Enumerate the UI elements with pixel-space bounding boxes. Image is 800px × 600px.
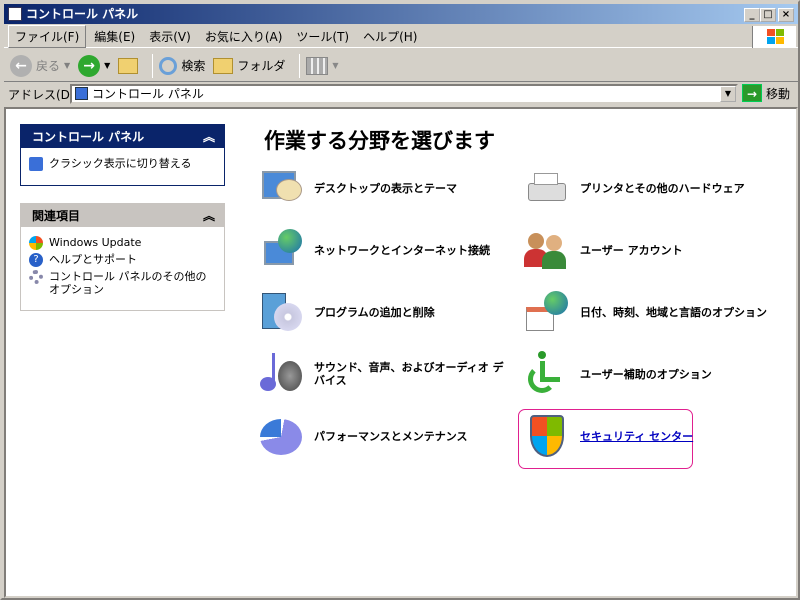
close-button[interactable]: × bbox=[778, 8, 794, 22]
views-button[interactable]: ▼ bbox=[306, 56, 339, 75]
link-label: コントロール パネルのその他のオプション bbox=[49, 270, 207, 296]
category-label: サウンド、音声、およびオーディオ デバイス bbox=[314, 361, 504, 387]
category-performance-maintenance[interactable]: パフォーマンスとメンテナンス bbox=[258, 413, 504, 459]
collapse-icon[interactable]: ︽ bbox=[203, 207, 215, 224]
address-value: コントロール パネル bbox=[92, 87, 204, 101]
windows-update-link[interactable]: Windows Update bbox=[29, 236, 216, 250]
menu-file[interactable]: ファイル(F) bbox=[8, 25, 87, 48]
related-topics-pane: 関連項目 ︽ Windows Update ? ヘルプとサポート コントロール … bbox=[20, 203, 225, 311]
address-dropdown-button[interactable]: ▼ bbox=[720, 86, 736, 102]
network-globe-icon bbox=[258, 227, 304, 273]
page-title: 作業する分野を選びます bbox=[264, 129, 495, 153]
folders-button[interactable]: フォルダ bbox=[213, 57, 285, 74]
category-sounds-audio[interactable]: サウンド、音声、およびオーディオ デバイス bbox=[258, 351, 504, 397]
go-label: 移動 bbox=[766, 86, 791, 101]
minimize-button[interactable]: _ bbox=[744, 8, 760, 22]
window: コントロール パネル _ □ × ファイル(F) 編集(E) 表示(V) お気に… bbox=[0, 0, 800, 600]
help-icon: ? bbox=[29, 253, 43, 267]
maximize-button[interactable]: □ bbox=[760, 8, 776, 22]
menu-edit[interactable]: 編集(E) bbox=[88, 26, 141, 47]
collapse-icon[interactable]: ︽ bbox=[203, 128, 215, 145]
category-label: ネットワークとインターネット接続 bbox=[314, 243, 490, 257]
back-button[interactable]: ← 戻る ▼ bbox=[10, 54, 70, 77]
menu-bar: ファイル(F) 編集(E) 表示(V) お気に入り(A) ツール(T) ヘルプ(… bbox=[4, 25, 798, 48]
search-icon bbox=[159, 56, 178, 75]
switch-classic-view-link[interactable]: クラシック表示に切り替える bbox=[29, 157, 216, 171]
link-label: Windows Update bbox=[49, 236, 142, 249]
windows-logo-icon bbox=[752, 26, 796, 48]
go-button[interactable]: → 移動 bbox=[742, 84, 790, 102]
category-label: デスクトップの表示とテーマ bbox=[314, 181, 457, 195]
sound-speaker-icon bbox=[258, 351, 304, 397]
desktop-themes-icon bbox=[258, 165, 304, 211]
address-input[interactable]: コントロール パネル ▼ bbox=[70, 84, 738, 104]
category-label: プログラムの追加と削除 bbox=[314, 305, 435, 319]
category-label: ユーザー補助のオプション bbox=[580, 367, 712, 381]
category-label: ユーザー アカウント bbox=[580, 243, 683, 257]
control-panel-icon bbox=[8, 7, 22, 21]
menu-tools[interactable]: ツール(T) bbox=[290, 26, 355, 47]
panel-title: コントロール パネル bbox=[32, 129, 145, 144]
address-bar: アドレス(D) コントロール パネル ▼ → 移動 bbox=[4, 83, 798, 105]
category-user-accounts[interactable]: ユーザー アカウント bbox=[524, 227, 770, 273]
content-area: コントロール パネル ︽ クラシック表示に切り替える 関連項目 ︽ Window… bbox=[4, 107, 798, 598]
pie-chart-icon bbox=[258, 413, 304, 459]
programs-cd-icon bbox=[258, 289, 304, 335]
forward-arrow-icon: → bbox=[78, 54, 101, 77]
up-folder-icon bbox=[118, 57, 139, 74]
panel-header[interactable]: 関連項目 ︽ bbox=[20, 203, 225, 227]
category-label: 日付、時刻、地域と言語のオプション bbox=[580, 305, 767, 319]
window-title: コントロール パネル bbox=[26, 7, 139, 21]
back-label: 戻る bbox=[36, 59, 61, 73]
back-arrow-icon: ← bbox=[10, 54, 32, 77]
menu-favorites[interactable]: お気に入り(A) bbox=[199, 26, 289, 47]
panel-title: 関連項目 bbox=[32, 208, 81, 223]
category-network-internet[interactable]: ネットワークとインターネット接続 bbox=[258, 227, 504, 273]
control-panel-icon bbox=[75, 87, 88, 100]
category-label: プリンタとその他のハードウェア bbox=[580, 181, 745, 195]
security-shield-icon bbox=[524, 413, 570, 459]
link-label: クラシック表示に切り替える bbox=[49, 157, 192, 170]
category-add-remove-programs[interactable]: プログラムの追加と削除 bbox=[258, 289, 504, 335]
category-date-time-language[interactable]: 日付、時刻、地域と言語のオプション bbox=[524, 289, 770, 335]
title-bar[interactable]: コントロール パネル _ □ × bbox=[4, 4, 798, 24]
calendar-globe-icon bbox=[524, 289, 570, 335]
windows-update-icon bbox=[29, 236, 43, 250]
menu-help[interactable]: ヘルプ(H) bbox=[357, 26, 423, 47]
folders-label: フォルダ bbox=[237, 59, 286, 73]
toolbar: ← 戻る ▼ → ▼ 検索 フォルダ ▼ bbox=[4, 50, 798, 82]
category-security-center[interactable]: セキュリティ センター bbox=[524, 413, 770, 459]
folder-icon bbox=[213, 57, 234, 74]
panel-header[interactable]: コントロール パネル ︽ bbox=[20, 124, 225, 148]
menu-view[interactable]: 表示(V) bbox=[143, 26, 197, 47]
help-support-link[interactable]: ? ヘルプとサポート bbox=[29, 253, 216, 267]
printer-icon bbox=[524, 165, 570, 211]
forward-button[interactable]: → ▼ bbox=[78, 54, 110, 77]
search-label: 検索 bbox=[181, 59, 206, 73]
go-arrow-icon: → bbox=[742, 84, 762, 102]
category-printers-hardware[interactable]: プリンタとその他のハードウェア bbox=[524, 165, 770, 211]
control-panel-task-pane: コントロール パネル ︽ クラシック表示に切り替える bbox=[20, 124, 225, 186]
search-button[interactable]: 検索 bbox=[159, 56, 206, 75]
category-label: パフォーマンスとメンテナンス bbox=[314, 429, 468, 443]
category-appearance-themes[interactable]: デスクトップの表示とテーマ bbox=[258, 165, 504, 211]
wheelchair-icon bbox=[524, 351, 570, 397]
link-label: ヘルプとサポート bbox=[49, 253, 137, 266]
users-icon bbox=[524, 227, 570, 273]
views-icon bbox=[306, 56, 329, 75]
address-label: アドレス(D) bbox=[8, 87, 75, 102]
security-center-link[interactable]: セキュリティ センター bbox=[580, 430, 770, 443]
gear-icon bbox=[29, 270, 43, 284]
category-accessibility[interactable]: ユーザー補助のオプション bbox=[524, 351, 770, 397]
other-options-link[interactable]: コントロール パネルのその他のオプション bbox=[29, 270, 216, 296]
up-folder-button[interactable] bbox=[118, 57, 139, 74]
classic-view-icon bbox=[29, 157, 43, 171]
